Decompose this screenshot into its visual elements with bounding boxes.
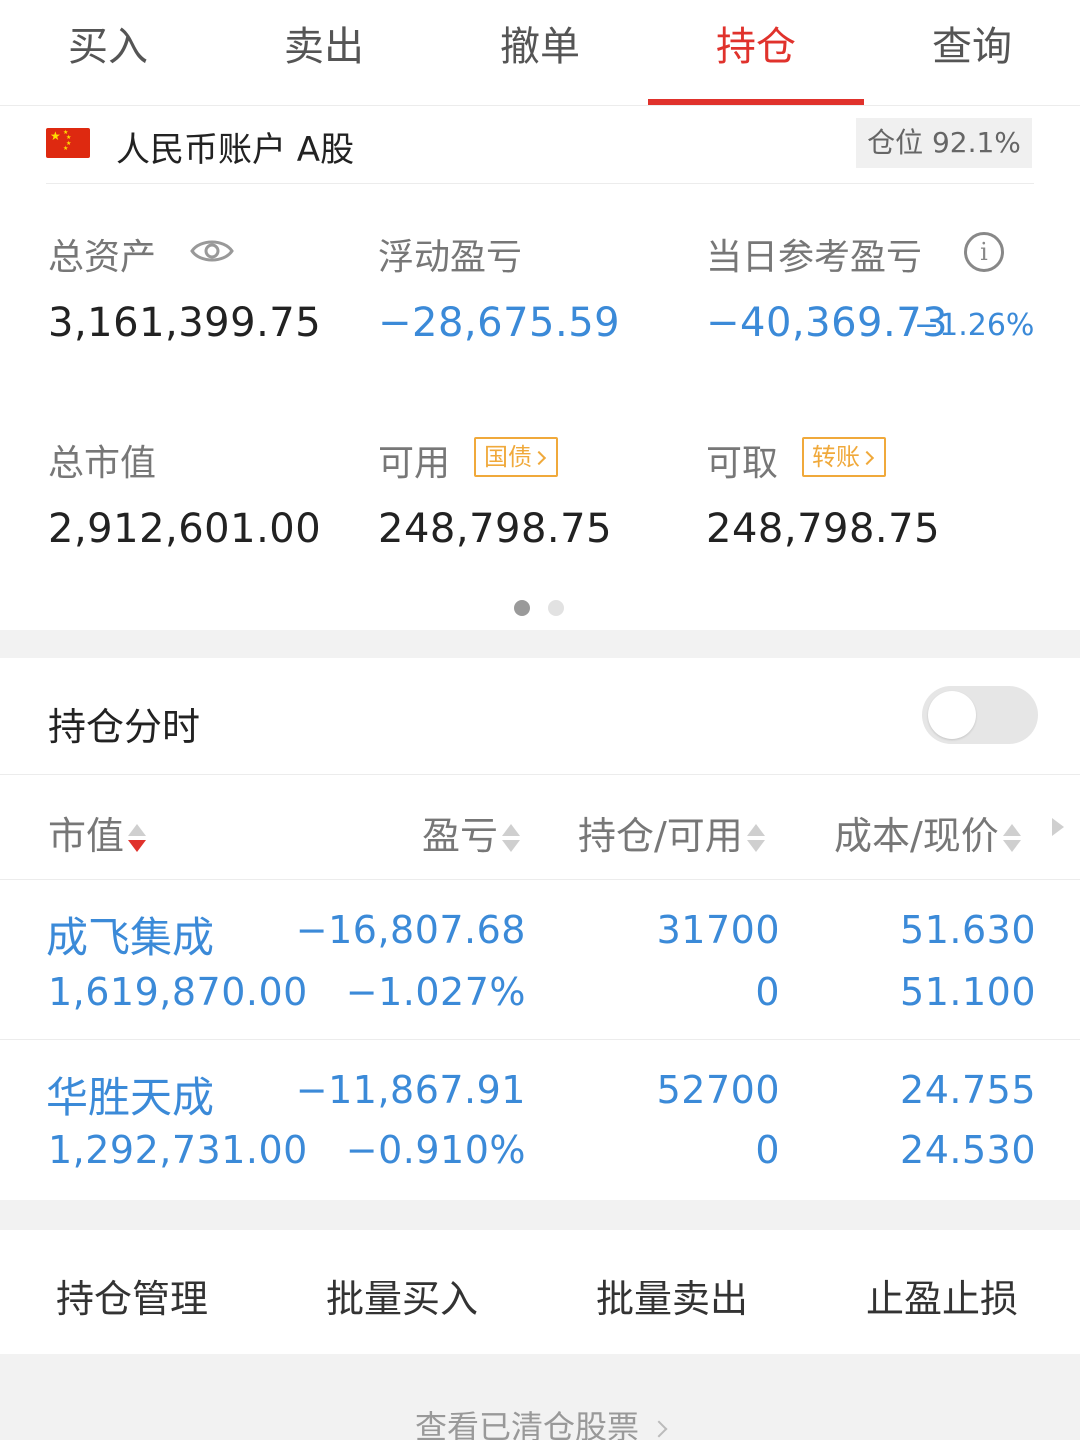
- stock-cost: 51.630: [900, 908, 1036, 952]
- chevron-right-icon: [650, 1420, 668, 1438]
- position-ratio-badge: 仓位 92.1%: [856, 118, 1032, 168]
- column-cost-price[interactable]: 成本/现价: [834, 805, 1021, 860]
- column-market-value[interactable]: 市值: [48, 805, 147, 860]
- column-pl-label: 盈亏: [422, 814, 499, 858]
- view-cleared-stocks-label: 查看已清仓股票: [414, 1408, 639, 1440]
- stock-pl-percent: −1.027%: [345, 970, 526, 1014]
- column-position-label: 持仓/可用: [578, 814, 743, 858]
- column-market-value-label: 市值: [48, 814, 125, 858]
- available-label: 可用: [378, 443, 451, 484]
- table-row[interactable]: 华胜天成 1,292,731.00 −11,867.91 −0.910% 527…: [0, 1042, 1080, 1200]
- stock-available: 0: [755, 970, 780, 1014]
- stock-cost: 24.755: [900, 1068, 1036, 1112]
- stock-market-value: 1,292,731.00: [48, 1128, 308, 1172]
- eye-icon[interactable]: [190, 236, 234, 266]
- section-divider: [0, 1200, 1080, 1230]
- holdings-timeshare-label: 持仓分时: [48, 705, 201, 749]
- page-dot-active: [514, 600, 530, 616]
- take-profit-stop-loss-button[interactable]: 止盈止损: [866, 1268, 1018, 1323]
- sort-icon: [746, 822, 765, 856]
- scroll-right-icon[interactable]: [1052, 818, 1064, 836]
- holdings-timeshare-toggle[interactable]: [922, 686, 1038, 744]
- market-value-label: 总市值: [48, 443, 157, 484]
- stock-position: 31700: [656, 908, 780, 952]
- sort-icon: [502, 822, 521, 856]
- account-name: 人民币账户 A股: [116, 130, 355, 170]
- column-cost-price-label: 成本/现价: [834, 814, 999, 858]
- view-cleared-stocks-link[interactable]: 查看已清仓股票: [0, 1402, 1080, 1440]
- column-position[interactable]: 持仓/可用: [578, 805, 765, 860]
- footer: 查看已清仓股票: [0, 1354, 1080, 1440]
- transfer-label: 转账: [812, 443, 860, 471]
- stock-pl-percent: −0.910%: [345, 1128, 526, 1172]
- stock-price: 24.530: [900, 1128, 1036, 1172]
- treasury-bond-button[interactable]: 国债: [474, 437, 558, 477]
- stock-position: 52700: [656, 1068, 780, 1112]
- toggle-knob: [928, 691, 976, 739]
- available-value: 248,798.75: [378, 506, 613, 552]
- sort-icon: [1002, 822, 1021, 856]
- batch-buy-button[interactable]: 批量买入: [326, 1268, 478, 1323]
- withdrawable-value: 248,798.75: [706, 506, 941, 552]
- info-icon[interactable]: i: [964, 232, 1004, 272]
- withdrawable-label: 可取: [706, 443, 779, 484]
- stock-pl: −11,867.91: [295, 1068, 526, 1112]
- page-dot: [548, 600, 564, 616]
- china-flag-icon: ★ ★ ★ ★ ★: [46, 128, 90, 158]
- daily-pl-percent: −1.26%: [914, 308, 1035, 343]
- tab-holdings[interactable]: 持仓: [648, 0, 864, 104]
- stock-pl: −16,807.68: [295, 908, 526, 952]
- chevron-right-icon: [531, 450, 547, 466]
- section-divider: [0, 630, 1080, 658]
- stock-name: 华胜天成: [46, 1073, 215, 1122]
- action-bar: 持仓管理 批量买入 批量卖出 止盈止损: [0, 1230, 1080, 1354]
- manage-holdings-button[interactable]: 持仓管理: [56, 1268, 208, 1323]
- holdings-table-header: 市值 盈亏 持仓/可用 成本/现价: [0, 774, 1080, 880]
- floating-pl-label: 浮动盈亏: [378, 237, 523, 278]
- sort-icon: [128, 822, 147, 856]
- tab-query[interactable]: 查询: [864, 0, 1080, 104]
- stock-price: 51.100: [900, 970, 1036, 1014]
- active-tab-indicator: [648, 99, 864, 105]
- floating-pl-value: −28,675.59: [378, 300, 621, 346]
- chevron-right-icon: [859, 450, 875, 466]
- table-row[interactable]: 成飞集成 1,619,870.00 −16,807.68 −1.027% 317…: [0, 882, 1080, 1040]
- total-assets-value: 3,161,399.75: [48, 300, 322, 346]
- column-pl[interactable]: 盈亏: [422, 805, 521, 860]
- account-row[interactable]: ★ ★ ★ ★ ★ 人民币账户 A股 仓位 92.1%: [46, 110, 1034, 184]
- stock-name: 成飞集成: [46, 913, 215, 962]
- tab-buy[interactable]: 买入: [0, 0, 216, 104]
- daily-pl-value: −40,369.73: [706, 300, 949, 346]
- batch-sell-button[interactable]: 批量卖出: [596, 1268, 748, 1323]
- daily-pl-label: 当日参考盈亏: [706, 237, 923, 278]
- top-tab-bar: 买入 卖出 撤单 持仓 查询: [0, 0, 1080, 106]
- market-value-value: 2,912,601.00: [48, 506, 322, 552]
- treasury-bond-label: 国债: [484, 443, 532, 471]
- tab-cancel-order[interactable]: 撤单: [432, 0, 648, 104]
- stock-market-value: 1,619,870.00: [48, 970, 308, 1014]
- stock-available: 0: [755, 1128, 780, 1172]
- total-assets-label: 总资产: [48, 237, 157, 278]
- tab-sell[interactable]: 卖出: [216, 0, 432, 104]
- transfer-button[interactable]: 转账: [802, 437, 886, 477]
